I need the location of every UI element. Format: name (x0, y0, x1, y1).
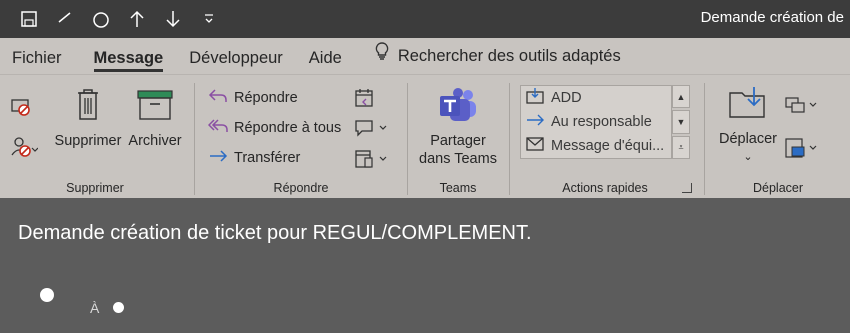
group-label-teams: Teams (439, 181, 477, 195)
quick-step-label: Au responsable (551, 114, 652, 130)
teams-icon (438, 87, 478, 128)
lightbulb-icon (374, 36, 390, 76)
quick-step-team-email[interactable]: Message d'équi... (521, 134, 671, 158)
forward-icon (208, 148, 228, 168)
group-teams: Partager dans Teams Teams (409, 75, 507, 199)
message-header: Demande création de ticket pour REGUL/CO… (0, 198, 850, 333)
reply-all-icon (207, 118, 228, 138)
undo-icon[interactable] (54, 8, 76, 30)
quick-access-toolbar (0, 0, 220, 38)
chat-icon (354, 118, 388, 142)
share-teams-button[interactable]: Partager dans Teams (413, 87, 503, 168)
group-label-actions-rapides: Actions rapides (562, 181, 648, 195)
meeting-reply-button[interactable] (354, 88, 376, 112)
expand-icon: ⩡ (678, 141, 684, 152)
title-bar: Demande création de (0, 0, 850, 38)
quick-step-label: Message d'équi... (551, 138, 665, 154)
reply-all-button[interactable]: Répondre à tous (207, 118, 342, 138)
chevron-down-icon: ⌄ (743, 151, 753, 163)
reply-all-label: Répondre à tous (234, 120, 342, 136)
forward-label: Transférer (234, 150, 301, 166)
chevron-down-icon: ▼ (676, 116, 686, 127)
reply-button[interactable]: Répondre (208, 88, 298, 108)
group-label-repondre: Répondre (273, 181, 329, 195)
customize-chevron-icon[interactable] (198, 8, 220, 30)
ribbon-tabs: Fichier Message Développeur Aide Recherc… (0, 38, 850, 74)
tab-developpeur[interactable]: Développeur (177, 38, 295, 74)
reply-icon (208, 88, 228, 108)
quick-step-manager[interactable]: Au responsable (521, 110, 671, 134)
ribbon: Supprimer Archiver Supprimer Répondre Ré… (0, 74, 850, 198)
ignore-button[interactable] (10, 97, 32, 121)
recipient-avatar[interactable] (113, 302, 124, 313)
im-reply-button[interactable] (354, 118, 388, 142)
chevron-up-icon: ▲ (676, 91, 686, 102)
gallery-scroll-down-button[interactable]: ▼ (672, 110, 690, 134)
more-respond-button[interactable] (354, 148, 388, 174)
tab-fichier[interactable]: Fichier (0, 38, 74, 74)
ribbon-separator (407, 83, 408, 195)
ignore-icon (10, 97, 32, 121)
reply-label: Répondre (234, 90, 298, 106)
archive-button[interactable]: Archiver (126, 87, 184, 150)
to-label: À (90, 300, 100, 316)
forward-button[interactable]: Transférer (208, 148, 300, 168)
dialog-launcher-icon[interactable] (682, 183, 692, 193)
share-teams-line1: Partager (430, 133, 486, 149)
ribbon-separator (704, 83, 705, 195)
message-subject: Demande création de ticket pour REGUL/CO… (18, 222, 532, 244)
envelope-icon (525, 135, 545, 157)
inbox-arrow-icon (525, 87, 545, 109)
archive-label: Archiver (128, 133, 182, 149)
tab-aide[interactable]: Aide (297, 38, 354, 74)
window-title: Demande création de (700, 9, 844, 26)
tell-me-label: Rechercher des outils adaptés (397, 47, 621, 65)
trash-icon (75, 87, 101, 126)
more-respond-icon (354, 148, 388, 174)
arrow-up-icon[interactable] (126, 8, 148, 30)
move-label: Déplacer (718, 131, 778, 147)
quick-step-add[interactable]: ADD (521, 86, 671, 110)
send-to-icon (784, 137, 820, 163)
quick-step-label: ADD (551, 90, 582, 106)
move-button[interactable]: Déplacer ⌄ (712, 85, 784, 166)
forward-arrow-icon (525, 111, 545, 133)
delete-label: Supprimer (54, 133, 122, 149)
tab-message[interactable]: Message (82, 38, 176, 74)
group-supprimer: Supprimer Archiver Supprimer (0, 75, 190, 199)
archive-icon (136, 87, 174, 126)
tell-me-search[interactable]: Rechercher des outils adaptés (374, 38, 621, 74)
arrow-down-icon[interactable] (162, 8, 184, 30)
rules-icon (784, 95, 820, 119)
onenote-button[interactable] (784, 137, 820, 163)
rules-button[interactable] (784, 95, 820, 119)
group-label-supprimer: Supprimer (66, 181, 124, 195)
group-actions-rapides: ADD Au responsable Message d'équi... ▲ ▼… (510, 75, 700, 199)
group-repondre: Répondre Répondre à tous Transférer Répo… (198, 75, 404, 199)
gallery-expand-button[interactable]: ⩡ (672, 135, 690, 159)
gallery-scroll: ▲ ▼ ⩡ (672, 85, 690, 159)
share-teams-line2: dans Teams (419, 151, 497, 167)
ribbon-separator (194, 83, 195, 195)
block-sender-button[interactable] (10, 135, 39, 163)
sender-avatar[interactable] (40, 288, 54, 302)
gallery-scroll-up-button[interactable]: ▲ (672, 85, 690, 109)
group-label-deplacer: Déplacer (752, 181, 804, 195)
move-folder-icon (728, 85, 768, 124)
quick-steps-gallery: ADD Au responsable Message d'équi... (520, 85, 672, 159)
calendar-reply-icon (354, 88, 376, 112)
block-user-icon (10, 135, 39, 163)
delete-button[interactable]: Supprimer (54, 87, 122, 150)
group-deplacer: Déplacer ⌄ Déplacer (706, 75, 850, 199)
redo-icon[interactable] (90, 8, 112, 30)
save-icon[interactable] (18, 8, 40, 30)
